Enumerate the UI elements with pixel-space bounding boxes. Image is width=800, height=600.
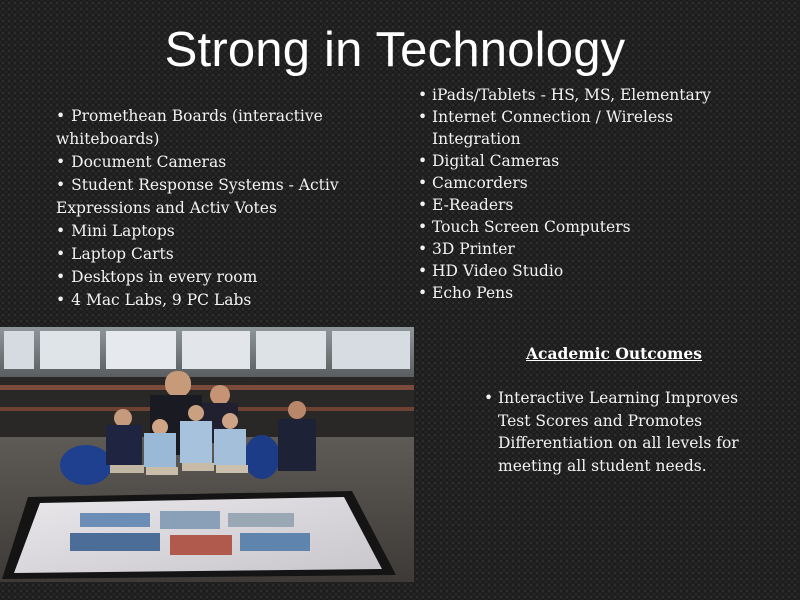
list-item: Laptop Carts: [56, 243, 376, 266]
list-item: Touch Screen Computers: [418, 216, 748, 238]
list-item: Internet Connection / Wireless Integrati…: [418, 106, 748, 150]
technology-list-left: Promethean Boards (interactive whiteboar…: [56, 105, 376, 312]
list-item: Interactive Learning Improves Test Score…: [484, 387, 754, 477]
list-item: Digital Cameras: [418, 150, 748, 172]
list-item: Echo Pens: [418, 282, 748, 304]
list-item: 3D Printer: [418, 238, 748, 260]
academic-outcomes-list: Interactive Learning Improves Test Score…: [484, 387, 754, 477]
list-item: Desktops in every room: [56, 266, 376, 289]
list-item: Promethean Boards (interactive whiteboar…: [56, 105, 376, 151]
list-item: Student Response Systems - Activ Express…: [56, 174, 376, 220]
list-item: HD Video Studio: [418, 260, 748, 282]
list-item: Camcorders: [418, 172, 748, 194]
list-item: E-Readers: [418, 194, 748, 216]
classroom-photo: [0, 327, 414, 582]
list-item: Document Cameras: [56, 151, 376, 174]
technology-list-right: iPads/Tablets - HS, MS, Elementary Inter…: [418, 84, 748, 304]
list-item: iPads/Tablets - HS, MS, Elementary: [418, 84, 748, 106]
academic-outcomes-heading: Academic Outcomes: [525, 344, 703, 363]
slide-title: Strong in Technology: [164, 23, 626, 77]
list-item: 4 Mac Labs, 9 PC Labs: [56, 289, 376, 312]
list-item: Mini Laptops: [56, 220, 376, 243]
